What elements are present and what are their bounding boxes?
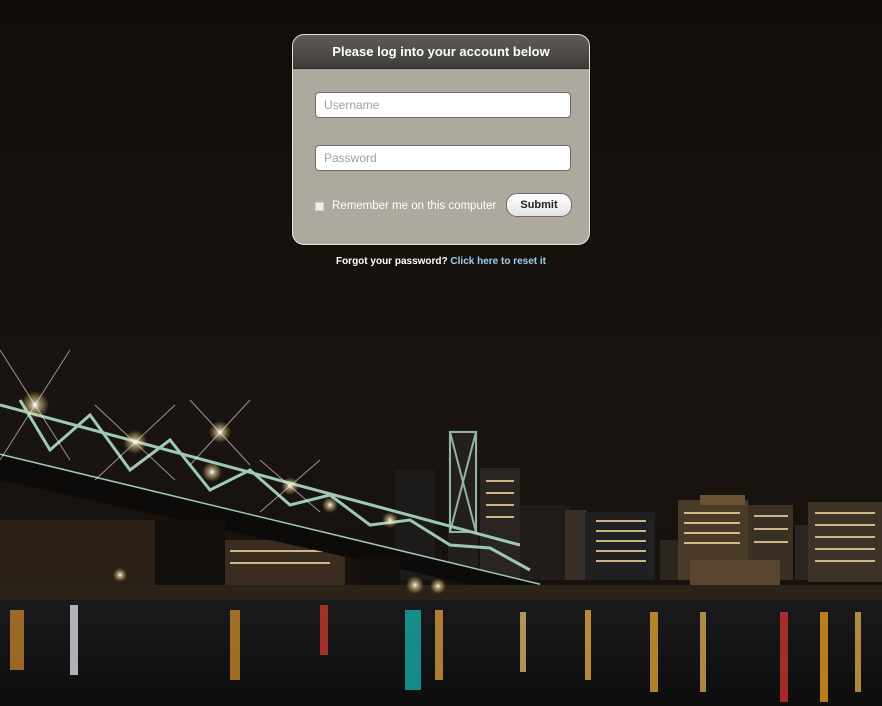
reset-password-link[interactable]: Click here to reset it [450, 256, 546, 267]
submit-button[interactable]: Submit [506, 193, 572, 217]
checkbox-icon[interactable] [315, 201, 324, 211]
forgot-password-line: Forgot your password? Click here to rese… [0, 256, 882, 267]
password-input[interactable] [315, 145, 571, 171]
login-panel: Please log into your account below Remem… [292, 34, 590, 245]
remember-me-label: Remember me on this computer [332, 200, 497, 212]
login-header: Please log into your account below [293, 35, 589, 69]
remember-me-option[interactable]: Remember me on this computer [315, 199, 496, 213]
username-input[interactable] [315, 92, 571, 118]
forgot-password-text: Forgot your password? [335, 256, 448, 267]
